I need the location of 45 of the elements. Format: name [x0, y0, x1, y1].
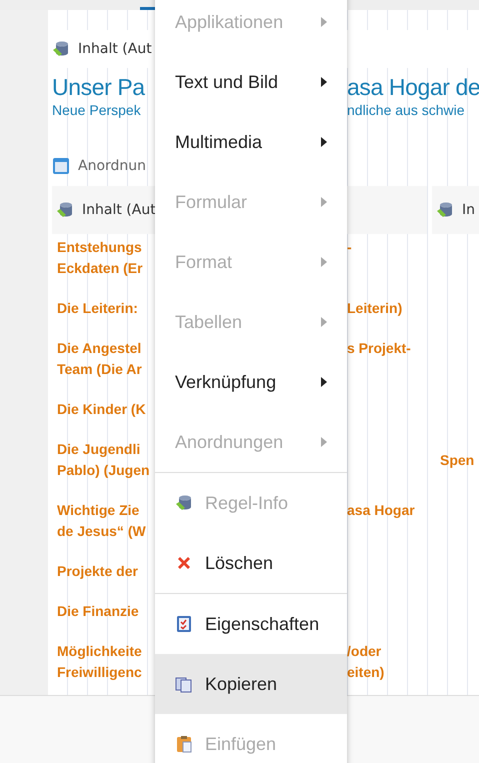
checklist-icon [175, 615, 193, 633]
content-link[interactable]: Die Finanzie [57, 601, 155, 622]
menu-item[interactable]: Text und Bild [155, 52, 347, 112]
submenu-arrow-icon [321, 377, 327, 387]
content-link[interactable]: Spen [437, 450, 479, 470]
content-link[interactable]: Die Jugendli Pablo) (Jugen [57, 439, 155, 481]
content-link[interactable]: Die Leiterin: [57, 298, 155, 319]
content-link[interactable]: Projekte der [57, 561, 155, 582]
content-link[interactable]: s Projekt- [347, 338, 437, 359]
submenu-arrow-icon [321, 197, 327, 207]
database-icon [52, 40, 70, 58]
element-label: Inhalt (Aut [78, 41, 152, 57]
content-link[interactable]: Die Kinder (K [57, 399, 155, 420]
submenu-arrow-icon [321, 257, 327, 267]
database-icon [436, 201, 454, 219]
menu-item[interactable]: Multimedia [155, 112, 347, 172]
menu-item[interactable]: Kopieren [155, 654, 347, 714]
content-link[interactable]: /oder eiten) [347, 641, 437, 683]
page-title: Unser Pa [52, 73, 146, 102]
menu-item[interactable]: Verknüpfung [155, 352, 347, 412]
content-link[interactable]: Wichtige Zie de Jesus“ (W [57, 500, 155, 542]
menu-item[interactable]: Löschen [155, 533, 347, 593]
calendar-icon [52, 157, 70, 175]
copy-icon [175, 675, 193, 693]
database-icon [56, 201, 74, 219]
submenu-arrow-icon [321, 17, 327, 27]
clipboard-icon [175, 735, 193, 753]
content-link[interactable]: asa Hogar [347, 500, 437, 521]
element-label: Anordnun [78, 158, 146, 174]
submenu-arrow-icon [321, 437, 327, 447]
element-label: In [462, 202, 476, 218]
database-icon [175, 494, 193, 512]
page-subtitle: Neue Perspek [52, 102, 142, 119]
submenu-arrow-icon [321, 317, 327, 327]
menu-item[interactable]: Eigenschaften [155, 594, 347, 654]
content-link[interactable]: Die Angestel Team (Die Ar [57, 338, 155, 380]
submenu-arrow-icon [321, 77, 327, 87]
page-subtitle: ndliche aus schwie [347, 102, 466, 119]
content-link[interactable]: - [347, 237, 437, 258]
page-title: asa Hogar de [347, 73, 479, 102]
content-link[interactable]: Entstehungs Eckdaten (Er [57, 237, 155, 279]
content-link[interactable]: Möglichkeite Freiwilligenc [57, 641, 155, 683]
content-link[interactable]: Leiterin) [347, 298, 437, 319]
submenu-arrow-icon [321, 137, 327, 147]
element-label: Inhalt (Aut [82, 202, 156, 218]
